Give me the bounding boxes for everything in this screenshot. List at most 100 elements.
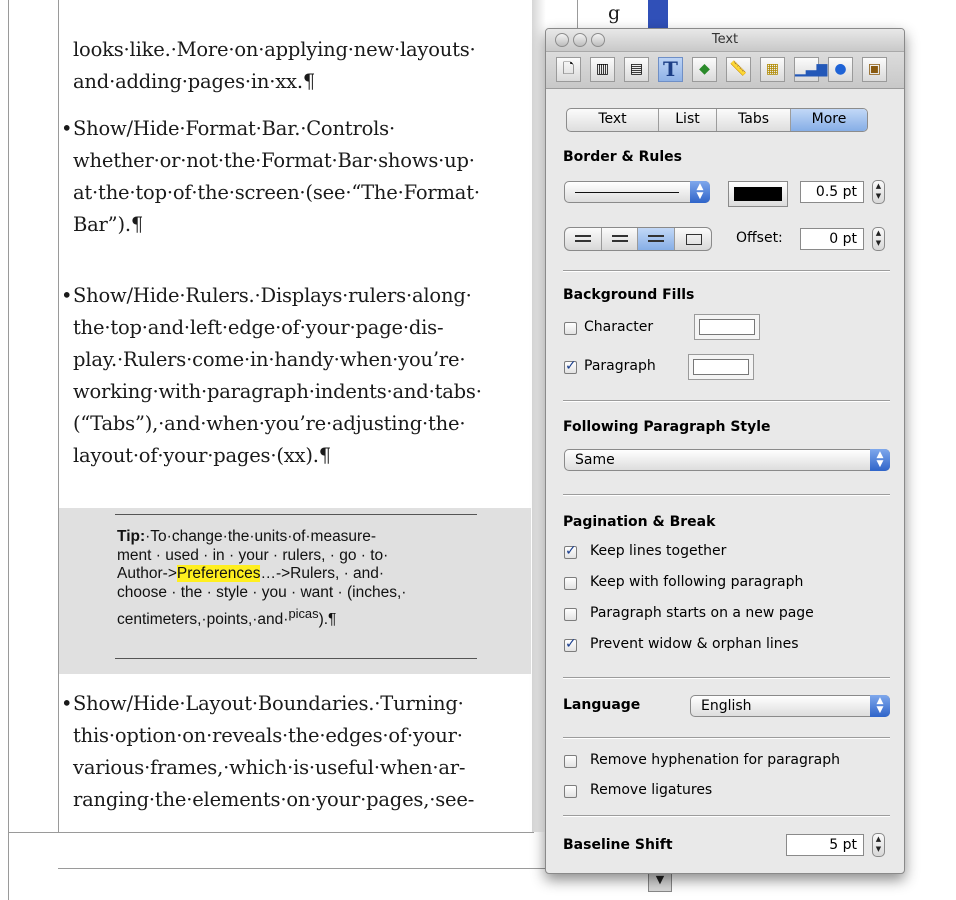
tab-more[interactable]: More: [791, 109, 867, 131]
border-color-well[interactable]: [728, 181, 788, 207]
separator: [563, 815, 890, 817]
baseline-shift-stepper[interactable]: ▲ ▼: [872, 833, 885, 857]
popup-arrows-icon: ▲ ▼: [690, 181, 710, 203]
following-style-popup[interactable]: Same ▲ ▼: [564, 449, 890, 471]
keep-lines-together-checkbox[interactable]: ✓: [564, 544, 577, 559]
rule-above-below-button[interactable]: [638, 228, 675, 250]
tip-top-rule: [115, 514, 477, 515]
text-icon[interactable]: T: [658, 57, 683, 82]
paragraph-fill-color-well[interactable]: [688, 354, 754, 380]
separator: [563, 737, 890, 739]
border-width-field[interactable]: 0.5 pt: [800, 181, 864, 203]
metrics-icon[interactable]: 📏: [726, 57, 751, 82]
link-icon[interactable]: ●: [828, 57, 853, 82]
text-line: at·the·top·of·the·screen·(see·“The·Forma…: [73, 181, 480, 204]
starts-new-page-checkbox[interactable]: [564, 608, 577, 621]
text-line: this·option·on·reveals·the·edges·of·your…: [73, 724, 463, 747]
color-swatch: [699, 319, 755, 335]
remove-ligatures-checkbox[interactable]: [564, 785, 577, 798]
remove-hyphenation-checkbox[interactable]: [564, 755, 577, 768]
language-popup[interactable]: English ▲ ▼: [690, 695, 890, 717]
chart-icon[interactable]: ▁▃▆: [794, 57, 827, 82]
quicktime-icon[interactable]: ▣: [862, 57, 887, 82]
page-shadow: [532, 0, 546, 832]
text-line: ranging·the·elements·on·your·pages,·see-: [73, 788, 475, 811]
keep-lines-together-label: Keep lines together: [590, 543, 727, 559]
offset-stepper[interactable]: ▲ ▼: [872, 227, 885, 251]
bullet-rulers: • Show/Hide·Rulers.·Displays·rulers·alon…: [61, 280, 533, 472]
text-line: Show/Hide·Format·Bar.·Controls·: [73, 117, 395, 140]
text-line: various·frames,·which·is·useful·when·ar-: [73, 756, 466, 779]
line-style-preview: [575, 192, 679, 193]
remove-hyphenation-label: Remove hyphenation for paragraph: [590, 752, 840, 768]
keep-with-following-checkbox[interactable]: [564, 577, 577, 590]
paragraph-layouts: looks·like.·More·on·applying·new·layouts…: [73, 34, 533, 98]
tip-line: centimeters,·points,·and·: [117, 611, 289, 629]
tip-text: Tip:·To·change·the·units·of·measure- men…: [117, 528, 479, 630]
paragraph-fill-checkbox[interactable]: ✓: [564, 359, 577, 374]
bullet-icon: •: [61, 692, 73, 715]
bullet-format-bar: • Show/Hide·Format·Bar.·Controls· whethe…: [61, 113, 533, 241]
popup-arrows-icon: ▲ ▼: [870, 449, 890, 471]
baseline-shift-label: Baseline Shift: [563, 837, 673, 853]
starts-new-page-label: Paragraph starts on a new page: [590, 605, 814, 621]
text-line: and·adding·pages·in·xx.¶: [73, 70, 316, 93]
separator: [563, 677, 890, 679]
panel-title: Text: [711, 32, 739, 47]
rule-box-button[interactable]: [675, 228, 711, 250]
text-line: layout·of·your·pages·(xx).¶: [73, 444, 331, 467]
tab-tabs[interactable]: Tabs: [717, 109, 791, 131]
text-line: looks·like.·More·on·applying·new·layouts…: [73, 38, 476, 61]
offset-label: Offset:: [736, 230, 783, 246]
keep-with-following-label: Keep with following paragraph: [590, 574, 804, 590]
border-rules-heading: Border & Rules: [563, 149, 682, 165]
text-line: Show/Hide·Rulers.·Displays·rulers·along·: [73, 284, 472, 307]
text-line: Bar”).¶: [73, 213, 144, 236]
tip-line: …->Rulers, · and·: [260, 565, 385, 582]
character-fill-checkbox[interactable]: [564, 322, 577, 335]
tip-bottom-rule: [115, 658, 477, 659]
bullet-layout-boundaries: • Show/Hide·Layout·Boundaries.·Turning· …: [61, 688, 533, 816]
bullet-icon: •: [61, 284, 73, 307]
text-line: whether·or·not·the·Format·Bar·shows·up·: [73, 149, 475, 172]
baseline-shift-field[interactable]: 5 pt: [786, 834, 864, 856]
tip-line: choose · the · style · you · want · (inc…: [117, 583, 407, 601]
prevent-widow-label: Prevent widow & orphan lines: [590, 636, 799, 652]
rule-position-segmented: [564, 227, 712, 251]
graphic-icon[interactable]: ◆: [692, 57, 717, 82]
page-bottom-rule: [8, 832, 58, 833]
separator: [563, 270, 890, 272]
border-width-stepper[interactable]: ▲ ▼: [872, 180, 885, 204]
next-page-edge: [58, 868, 548, 869]
color-swatch: [693, 359, 749, 375]
text-line: Show/Hide·Layout·Boundaries.·Turning·: [73, 692, 464, 715]
panel-titlebar[interactable]: Text: [546, 29, 904, 52]
character-fill-color-well[interactable]: [694, 314, 760, 340]
offset-field[interactable]: 0 pt: [800, 228, 864, 250]
prevent-widow-checkbox[interactable]: ✓: [564, 637, 577, 652]
rule-none-button[interactable]: [565, 228, 602, 250]
wrap-icon[interactable]: ▤: [624, 57, 649, 82]
tip-line: ment · used · in · your · rulers, · go ·…: [117, 546, 389, 564]
table-icon[interactable]: ▦: [760, 57, 785, 82]
paragraph-fill-label: Paragraph: [584, 358, 656, 374]
layout-icon[interactable]: ▥: [590, 57, 615, 82]
text-line: working·with·paragraph·indents·and·tabs·: [73, 380, 482, 403]
text-line: play.·Rulers·come·in·handy·when·you’re·: [73, 348, 466, 371]
inspector-tabs: Text List Tabs More: [566, 108, 868, 132]
tab-list[interactable]: List: [659, 109, 717, 131]
rule-below-button[interactable]: [602, 228, 638, 250]
border-color-swatch: [734, 187, 782, 201]
separator: [563, 400, 890, 402]
tip-line: ·To·change·the·units·of·measure-: [145, 528, 376, 545]
background-fills-heading: Background Fills: [563, 287, 695, 303]
separator: [563, 494, 890, 496]
tip-line: ).¶: [318, 611, 337, 629]
tip-line: Author->: [117, 565, 177, 582]
window-left-edge: [8, 0, 9, 900]
following-style-value: Same: [575, 452, 615, 468]
popup-arrows-icon: ▲ ▼: [870, 695, 890, 717]
tab-text[interactable]: Text: [567, 109, 659, 131]
document-icon[interactable]: 🗋: [556, 57, 581, 82]
line-style-popup[interactable]: ▲ ▼: [564, 181, 710, 203]
